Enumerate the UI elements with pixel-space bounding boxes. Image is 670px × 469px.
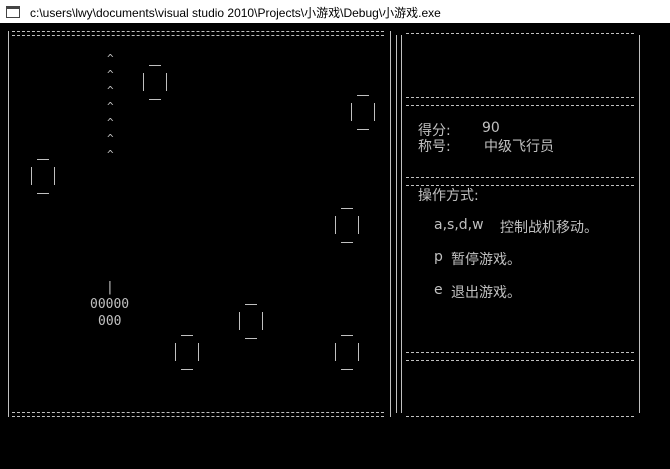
panel-divider [406, 177, 634, 178]
player-plane-nose: | [106, 280, 114, 295]
move-key-hint: a,s,d,w [434, 217, 484, 233]
rank-value: 中级飞行员 [484, 139, 554, 155]
bullet: ^ [107, 53, 114, 65]
panel-divider [406, 97, 634, 98]
enemy-plane [141, 63, 169, 101]
player-plane-wings: 00000 [90, 297, 130, 312]
window-title-bar[interactable]: c:\users\lwy\documents\visual studio 201… [0, 0, 670, 23]
window-title: c:\users\lwy\documents\visual studio 201… [30, 6, 441, 20]
enemy-plane [349, 93, 377, 131]
enemy-plane [29, 157, 57, 195]
panel-divider [406, 416, 634, 417]
bullet: ^ [107, 133, 114, 145]
console-area: ^ ^ ^ ^ ^ ^ ^ | 00000 000 得分: 90 称号: 中级飞… [0, 23, 670, 469]
console-window-icon [6, 6, 20, 18]
player-plane-tail: 000 [98, 314, 122, 329]
bullet: ^ [107, 85, 114, 97]
enemy-plane [237, 302, 265, 340]
panel-left-border [401, 35, 402, 413]
exit-instruction: 退出游戏。 [451, 285, 521, 301]
playfield-bottom-border [12, 412, 384, 417]
playfield-top-border [12, 31, 384, 36]
rank-label: 称号: [418, 139, 451, 155]
panel-divider [406, 360, 634, 361]
panel-left-border [396, 35, 397, 413]
bullet: ^ [107, 69, 114, 81]
controls-heading: 操作方式: [418, 188, 479, 204]
move-instruction: 控制战机移动。 [500, 220, 598, 236]
panel-divider [406, 105, 634, 106]
score-value: 90 [482, 120, 500, 136]
bullet: ^ [107, 101, 114, 113]
panel-right-border [639, 35, 640, 413]
enemy-plane [333, 206, 361, 244]
bullet: ^ [107, 117, 114, 129]
exit-key-hint: e [434, 282, 443, 298]
enemy-plane [173, 333, 201, 371]
panel-divider [406, 352, 634, 353]
pause-instruction: 暂停游戏。 [451, 252, 521, 268]
panel-divider [406, 33, 634, 34]
enemy-plane [333, 333, 361, 371]
playfield-left-border [8, 31, 9, 417]
pause-key-hint: p [434, 249, 443, 265]
playfield-right-border [390, 31, 391, 417]
bullet: ^ [107, 149, 114, 161]
